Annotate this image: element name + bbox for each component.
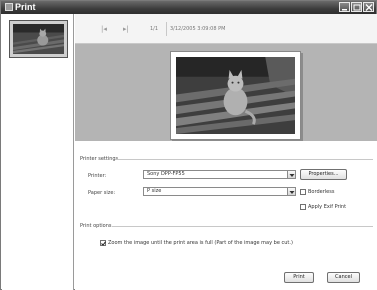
first-page-icon[interactable]: |◂	[101, 25, 107, 33]
maximize-button[interactable]	[351, 2, 362, 12]
exif-print-label: Apply Exif Print	[308, 204, 347, 210]
chevron-down-icon	[289, 191, 295, 194]
printer-settings-heading: Printer settings	[80, 156, 119, 162]
printer-select[interactable]: Sony DPP-FP55	[143, 170, 288, 179]
thumbnail-item[interactable]	[9, 20, 68, 58]
close-button[interactable]	[363, 2, 374, 12]
zoom-label: Zoom the image until the print area is f…	[108, 240, 293, 246]
toolbar-divider	[166, 22, 167, 36]
last-page-icon[interactable]: ▸|	[123, 25, 129, 33]
title-bar[interactable]: Print	[1, 1, 376, 14]
thumbnail-panel	[2, 14, 74, 290]
print-button[interactable]: Print	[284, 272, 314, 283]
paper-size-label: Paper size:	[88, 190, 116, 196]
paper-size-dropdown-button[interactable]	[287, 187, 296, 196]
preview-page	[170, 51, 301, 140]
print-options-heading: Print options	[80, 223, 112, 229]
group-divider	[112, 226, 373, 227]
print-app-icon	[5, 3, 13, 11]
cat-preview-image	[176, 57, 295, 134]
exif-print-checkbox[interactable]	[300, 204, 306, 210]
checkmark-icon	[101, 241, 106, 246]
group-divider	[115, 159, 373, 160]
minimize-button[interactable]	[339, 2, 350, 12]
printer-dropdown-button[interactable]	[287, 170, 296, 179]
borderless-checkbox[interactable]	[300, 189, 306, 195]
minimize-icon	[342, 9, 347, 11]
settings-panel: Printer settings Printer: Sony DPP-FP55 …	[75, 141, 377, 290]
paper-size-select[interactable]: P size	[143, 187, 288, 196]
page-counter: 1/1	[150, 26, 159, 32]
print-preview-area	[75, 44, 377, 141]
cat-thumbnail-image	[13, 24, 64, 54]
preview-toolbar: |◂ ▸| 1/1 3/12/2005 3:09:08 PM	[75, 14, 377, 44]
borderless-label: Borderless	[308, 189, 335, 195]
window-title: Print	[15, 2, 36, 12]
photo-timestamp: 3/12/2005 3:09:08 PM	[170, 26, 226, 32]
maximize-icon	[353, 4, 361, 11]
print-dialog: Print |◂ ▸| 1/1 3/12/2005 3:09:08 PM Pri…	[0, 0, 377, 290]
paper-size-select-value: P size	[147, 188, 162, 194]
chevron-down-icon	[289, 174, 295, 177]
cancel-button[interactable]: Cancel	[327, 272, 360, 283]
close-icon	[365, 4, 373, 11]
properties-button[interactable]: Properties...	[300, 169, 347, 180]
printer-select-value: Sony DPP-FP55	[147, 171, 185, 177]
printer-label: Printer:	[88, 173, 107, 179]
zoom-checkbox[interactable]	[100, 240, 106, 246]
